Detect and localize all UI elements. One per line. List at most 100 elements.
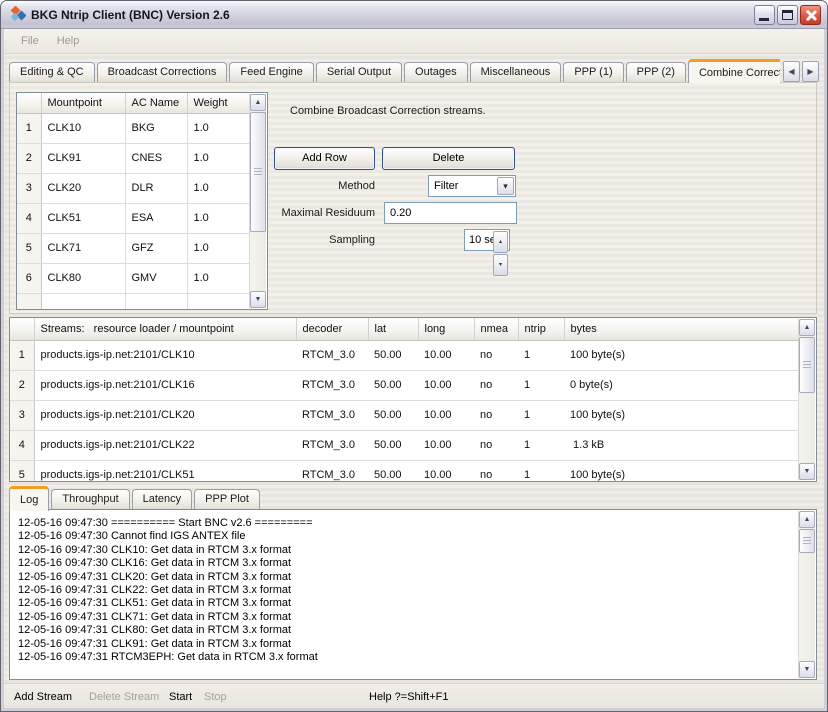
long-cell[interactable]: 10.00 xyxy=(418,400,474,430)
column-header-long[interactable]: long xyxy=(418,318,474,340)
maximal-residuum-input[interactable]: 0.20 xyxy=(384,202,517,224)
ntrip-cell[interactable]: 1 xyxy=(518,460,564,482)
combo-dropdown-button[interactable]: ▾ xyxy=(497,177,514,195)
minimize-button[interactable] xyxy=(754,5,775,25)
tab-scroll-left-button[interactable]: ◀ xyxy=(783,61,800,82)
tab[interactable]: Combine Corrections xyxy=(688,59,780,83)
ntrip-cell[interactable]: 1 xyxy=(518,430,564,460)
lat-cell[interactable]: 50.00 xyxy=(368,400,418,430)
stream-cell[interactable]: products.igs-ip.net:2101/CLK16 xyxy=(34,370,296,400)
decoder-cell[interactable]: RTCM_3.0 xyxy=(296,370,368,400)
decoder-cell[interactable]: RTCM_3.0 xyxy=(296,460,368,482)
mountpoint-cell[interactable]: CLK80 xyxy=(41,263,125,293)
ntrip-cell[interactable]: 1 xyxy=(518,400,564,430)
bottom-tab[interactable]: Log xyxy=(9,486,49,511)
lat-cell[interactable]: 50.00 xyxy=(368,340,418,370)
log-output[interactable]: 12-05-16 09:47:30 ========== Start BNC v… xyxy=(9,509,817,680)
bottom-bar-action[interactable]: Add Stream xyxy=(14,691,72,703)
scrollbar-down-button[interactable]: ▼ xyxy=(799,661,815,678)
bytes-cell[interactable]: 100 byte(s) xyxy=(564,400,801,430)
close-button[interactable] xyxy=(800,5,821,25)
scrollbar-down-button[interactable]: ▼ xyxy=(799,463,815,480)
stream-row[interactable]: 3 products.igs-ip.net:2101/CLK20 RTCM_3.… xyxy=(10,400,801,430)
bottom-tab[interactable]: Latency xyxy=(132,489,193,510)
weight-cell[interactable]: 1.0 xyxy=(187,263,251,293)
ac-name-cell[interactable]: CNES xyxy=(125,143,187,173)
mountpoint-cell[interactable]: CLK71 xyxy=(41,233,125,263)
mountpoint-row[interactable]: 1 CLK10 BKG 1.0 xyxy=(17,113,251,143)
lat-cell[interactable]: 50.00 xyxy=(368,430,418,460)
nmea-cell[interactable]: no xyxy=(474,400,518,430)
tab[interactable]: Miscellaneous xyxy=(470,62,562,83)
stream-row[interactable]: 5 products.igs-ip.net:2101/CLK51 RTCM_3.… xyxy=(10,460,801,482)
scrollbar-thumb[interactable] xyxy=(799,529,815,553)
column-header-mountpoint[interactable]: Mountpoint xyxy=(41,93,125,113)
method-select[interactable]: Filter ▾ xyxy=(428,175,516,197)
ac-name-cell[interactable]: GMV xyxy=(125,263,187,293)
tab[interactable]: Editing & QC xyxy=(9,62,95,83)
stream-cell[interactable]: products.igs-ip.net:2101/CLK20 xyxy=(34,400,296,430)
weight-cell[interactable]: 1.0 xyxy=(187,113,251,143)
stream-row[interactable]: 2 products.igs-ip.net:2101/CLK16 RTCM_3.… xyxy=(10,370,801,400)
menu-item[interactable]: File xyxy=(12,32,48,50)
stream-cell[interactable]: products.igs-ip.net:2101/CLK10 xyxy=(34,340,296,370)
bytes-cell[interactable]: 100 byte(s) xyxy=(564,460,801,482)
scrollbar-down-button[interactable]: ▼ xyxy=(250,291,266,308)
menu-item[interactable]: Help xyxy=(48,32,89,50)
nmea-cell[interactable]: no xyxy=(474,460,518,482)
mountpoint-cell[interactable]: CLK91 xyxy=(41,143,125,173)
tab[interactable]: Outages xyxy=(404,62,468,83)
column-header-streams[interactable]: Streams: resource loader / mountpoint xyxy=(34,318,296,340)
titlebar[interactable]: BKG Ntrip Client (BNC) Version 2.6 xyxy=(1,1,827,29)
mountpoint-cell[interactable]: CLK10 xyxy=(41,113,125,143)
column-header-bytes[interactable]: bytes xyxy=(564,318,801,340)
nmea-cell[interactable]: no xyxy=(474,430,518,460)
weight-cell[interactable]: 1.0 xyxy=(187,143,251,173)
maximize-button[interactable] xyxy=(777,5,798,25)
delete-button[interactable]: Delete xyxy=(382,147,515,170)
nmea-cell[interactable]: no xyxy=(474,340,518,370)
spinner-down-button[interactable]: ▾ xyxy=(493,254,508,276)
add-row-button[interactable]: Add Row xyxy=(274,147,375,170)
column-header-ntrip[interactable]: ntrip xyxy=(518,318,564,340)
bytes-cell[interactable]: 1.3 kB xyxy=(564,430,801,460)
ntrip-cell[interactable]: 1 xyxy=(518,340,564,370)
decoder-cell[interactable]: RTCM_3.0 xyxy=(296,400,368,430)
mountpoint-row[interactable]: 2 CLK91 CNES 1.0 xyxy=(17,143,251,173)
scrollbar-up-button[interactable]: ▲ xyxy=(250,94,266,111)
tab[interactable]: Feed Engine xyxy=(229,62,313,83)
mountpoint-cell[interactable]: CLK20 xyxy=(41,173,125,203)
tab[interactable]: PPP (2) xyxy=(626,62,686,83)
scrollbar-up-button[interactable]: ▲ xyxy=(799,319,815,336)
scrollbar-thumb[interactable] xyxy=(799,337,815,393)
mountpoint-cell[interactable]: CLK51 xyxy=(41,203,125,233)
column-header-ac-name[interactable]: AC Name xyxy=(125,93,187,113)
scrollbar-up-button[interactable]: ▲ xyxy=(799,511,815,528)
sampling-spinner[interactable]: 10 sec ▴ ▾ xyxy=(464,229,510,251)
decoder-cell[interactable]: RTCM_3.0 xyxy=(296,430,368,460)
stream-row[interactable]: 1 products.igs-ip.net:2101/CLK10 RTCM_3.… xyxy=(10,340,801,370)
bottom-tab[interactable]: Throughput xyxy=(51,489,129,510)
streams-scrollbar[interactable]: ▲ ▼ xyxy=(798,319,815,480)
mountpoint-row[interactable]: 6 CLK80 GMV 1.0 xyxy=(17,263,251,293)
column-header-lat[interactable]: lat xyxy=(368,318,418,340)
ac-name-cell[interactable]: BKG xyxy=(125,113,187,143)
decoder-cell[interactable]: RTCM_3.0 xyxy=(296,340,368,370)
tab[interactable]: PPP (1) xyxy=(563,62,623,83)
bytes-cell[interactable]: 0 byte(s) xyxy=(564,370,801,400)
tab[interactable]: Serial Output xyxy=(316,62,402,83)
bottom-tab[interactable]: PPP Plot xyxy=(194,489,260,510)
lat-cell[interactable]: 50.00 xyxy=(368,370,418,400)
long-cell[interactable]: 10.00 xyxy=(418,370,474,400)
column-header-decoder[interactable]: decoder xyxy=(296,318,368,340)
stream-cell[interactable]: products.igs-ip.net:2101/CLK22 xyxy=(34,430,296,460)
tab-scroll-right-button[interactable]: ▶ xyxy=(802,61,819,82)
stream-cell[interactable]: products.igs-ip.net:2101/CLK51 xyxy=(34,460,296,482)
log-scrollbar[interactable]: ▲ ▼ xyxy=(798,511,815,678)
nmea-cell[interactable]: no xyxy=(474,370,518,400)
long-cell[interactable]: 10.00 xyxy=(418,460,474,482)
tab[interactable]: Broadcast Corrections xyxy=(97,62,228,83)
column-header-weight[interactable]: Weight xyxy=(187,93,251,113)
ntrip-cell[interactable]: 1 xyxy=(518,370,564,400)
bottom-bar-action[interactable]: Stop xyxy=(204,691,227,703)
